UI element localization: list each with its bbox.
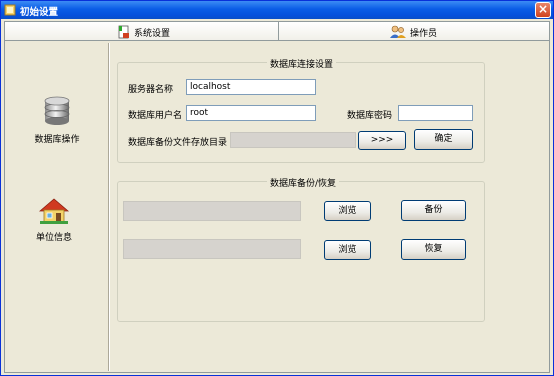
title-bar[interactable]: 初始设置 ×	[1, 1, 553, 19]
sidebar-item-organization-label: 单位信息	[35, 233, 72, 243]
tab-content-panel: 数据库操作 单位信息 数据库连接设置 服务器名称 数据库用户名 数据库密码 数据…	[4, 41, 550, 373]
tab-operators[interactable]: 操作员	[278, 21, 550, 41]
db-password-label: 数据库密码	[347, 111, 393, 121]
backup-dir-label: 数据库备份文件存放目录	[128, 138, 228, 148]
restore-button[interactable]: 恢复	[401, 239, 466, 260]
db-username-input[interactable]	[186, 105, 316, 121]
settings-document-icon	[118, 25, 129, 39]
backup-button[interactable]: 备份	[401, 200, 466, 221]
app-icon	[4, 4, 16, 16]
browse-restore-button[interactable]: 浏览	[324, 240, 371, 260]
users-icon	[390, 25, 406, 38]
confirm-button[interactable]: 确定	[414, 129, 473, 150]
backup-path-input	[123, 201, 301, 221]
sidebar-item-organization[interactable]: 单位信息	[14, 197, 94, 243]
restore-path-input	[123, 239, 301, 259]
window-title: 初始设置	[20, 7, 59, 18]
browse-dir-button[interactable]: >>>	[358, 131, 406, 150]
db-username-label: 数据库用户名	[128, 111, 183, 121]
tab-system-settings[interactable]: 系统设置	[4, 21, 279, 41]
sidebar-item-database[interactable]: 数据库操作	[17, 95, 97, 145]
tab-bar: 系统设置 操作员	[4, 21, 550, 41]
server-name-label: 服务器名称	[128, 85, 174, 95]
server-name-input[interactable]	[186, 79, 316, 95]
db-password-input[interactable]	[398, 105, 473, 121]
browse-backup-button[interactable]: 浏览	[324, 201, 371, 221]
backup-dir-input	[230, 132, 356, 148]
close-icon: ×	[537, 2, 549, 16]
sidebar-item-database-label: 数据库操作	[34, 135, 80, 145]
tab-system-settings-label: 系统设置	[134, 28, 171, 39]
close-button[interactable]: ×	[535, 2, 551, 18]
house-icon	[38, 198, 70, 224]
backup-restore-group: 数据库备份/恢复 浏览 备份 浏览 恢复	[117, 176, 485, 322]
settings-window: 初始设置 × 系统设置 操作员 数据库操作 单位信息 数据库连接设置 服务器名称…	[0, 0, 554, 376]
sidebar-divider	[108, 43, 110, 371]
tab-operators-label: 操作员	[410, 28, 438, 39]
backup-group-title: 数据库备份/恢复	[267, 176, 340, 189]
connection-group-title: 数据库连接设置	[267, 57, 337, 70]
connection-settings-group: 数据库连接设置 服务器名称 数据库用户名 数据库密码 数据库备份文件存放目录 >…	[117, 57, 485, 163]
database-icon	[44, 96, 70, 125]
